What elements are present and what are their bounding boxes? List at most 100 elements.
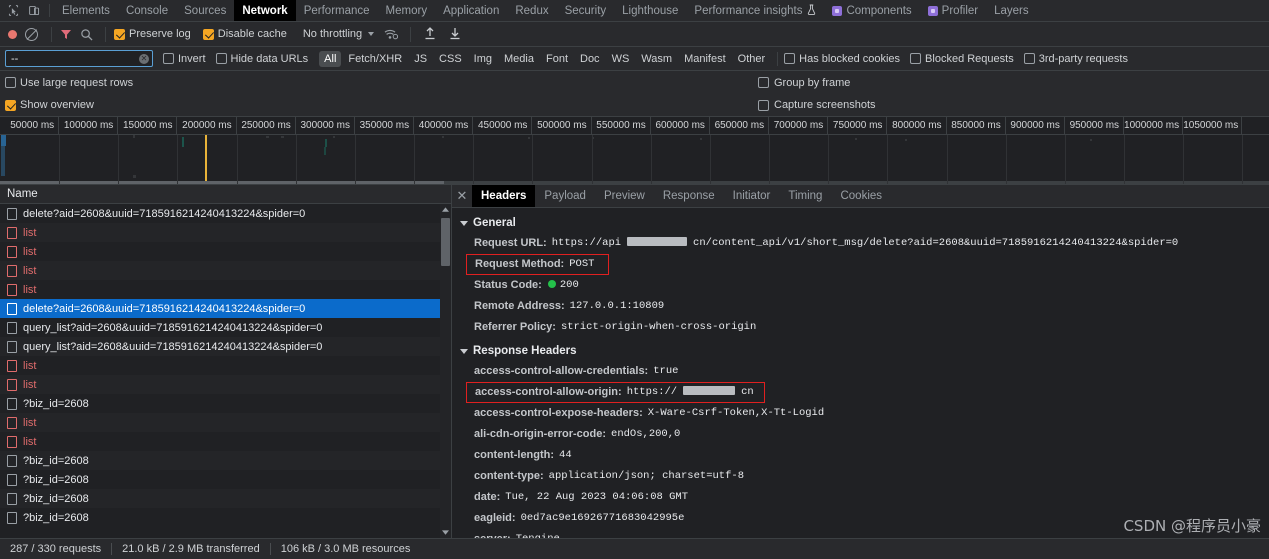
checkbox-box — [215, 53, 227, 64]
tab-payload[interactable]: Payload — [535, 185, 595, 207]
tab-console[interactable]: Console — [118, 0, 176, 21]
scroll-down-icon[interactable] — [440, 527, 451, 538]
third-party-requests-checkbox[interactable]: 3rd-party requests — [1023, 52, 1128, 65]
search-icon[interactable] — [80, 28, 93, 41]
response-headers-section-header[interactable]: Response Headers — [452, 342, 1269, 361]
filter-type-doc[interactable]: Doc — [575, 51, 605, 67]
request-blip — [133, 135, 135, 138]
filter-type-fetch-xhr[interactable]: Fetch/XHR — [343, 51, 407, 67]
column-header-name[interactable]: Name — [7, 188, 38, 200]
request-blip — [442, 136, 444, 138]
overview-scrollbar[interactable] — [0, 181, 1269, 184]
show-overview-checkbox[interactable]: Show overview — [5, 99, 94, 111]
request-row[interactable]: query_list?aid=2608&uuid=718591621424041… — [0, 318, 451, 337]
filter-type-font[interactable]: Font — [541, 51, 573, 67]
tab-headers[interactable]: Headers — [472, 185, 536, 207]
filter-type-wasm[interactable]: Wasm — [636, 51, 677, 67]
capture-screenshots-checkbox[interactable]: Capture screenshots — [758, 99, 876, 111]
filter-type-media[interactable]: Media — [499, 51, 539, 67]
checkbox-box — [5, 99, 16, 111]
third-party-requests-label: 3rd-party requests — [1038, 52, 1128, 65]
tab-network[interactable]: Network — [234, 0, 296, 21]
request-row[interactable]: list — [0, 413, 451, 432]
tab-security[interactable]: Security — [557, 0, 615, 21]
request-row[interactable]: delete?aid=2608&uuid=7185916214240413224… — [0, 204, 451, 223]
clear-icon[interactable] — [25, 27, 38, 41]
request-row[interactable]: list — [0, 432, 451, 451]
filter-type-css[interactable]: CSS — [434, 51, 467, 67]
network-overview[interactable]: 50000 ms 100000 ms 150000 ms 200000 ms 25000… — [0, 117, 1269, 185]
tab-performance-insights[interactable]: Performance insights — [686, 0, 824, 21]
invert-checkbox[interactable]: Invert — [163, 53, 206, 65]
scroll-up-icon[interactable] — [440, 204, 451, 215]
filter-type-all[interactable]: All — [319, 50, 342, 67]
blocked-requests-checkbox[interactable]: Blocked Requests — [910, 53, 1014, 65]
tab-application[interactable]: Application — [435, 0, 507, 21]
cursor-inspect-icon[interactable] — [4, 2, 22, 19]
request-list-body[interactable]: delete?aid=2608&uuid=7185916214240413224… — [0, 204, 451, 538]
request-row[interactable]: query_list?aid=2608&uuid=718591621424041… — [0, 337, 451, 356]
tab-memory[interactable]: Memory — [378, 0, 436, 21]
request-row[interactable]: list — [0, 375, 451, 394]
tab-label: Headers — [481, 190, 527, 202]
tab-sources[interactable]: Sources — [176, 0, 234, 21]
tab-redux[interactable]: Redux — [507, 0, 556, 21]
request-row[interactable]: list — [0, 242, 451, 261]
has-blocked-cookies-checkbox[interactable]: Has blocked cookies — [784, 53, 900, 65]
response-header-row: date: Tue, 22 Aug 2023 04:06:08 GMT — [452, 487, 1269, 508]
filter-input[interactable] — [5, 50, 153, 67]
close-icon[interactable]: ✕ — [452, 185, 472, 207]
clear-input-icon[interactable]: ✕ — [139, 54, 149, 64]
export-har-icon[interactable] — [449, 27, 462, 41]
disable-cache-checkbox[interactable]: Disable cache — [202, 28, 287, 40]
record-button[interactable] — [8, 29, 17, 39]
filter-type-manifest[interactable]: Manifest — [679, 51, 731, 67]
tab-elements[interactable]: Elements — [54, 0, 118, 21]
document-icon — [7, 492, 17, 505]
throttling-select[interactable]: No throttling — [303, 28, 362, 40]
tab-layers[interactable]: Layers — [986, 0, 1037, 21]
document-icon — [7, 207, 17, 220]
request-list-scrollbar[interactable] — [440, 204, 451, 538]
device-toolbar-icon[interactable] — [25, 2, 43, 19]
document-icon — [7, 226, 17, 239]
timeline-gridline — [769, 135, 771, 184]
chevron-down-icon[interactable] — [368, 32, 375, 36]
filter-funnel-icon[interactable] — [60, 28, 72, 40]
hide-data-urls-checkbox[interactable]: Hide data URLs — [215, 53, 308, 65]
scrollbar-thumb[interactable] — [441, 218, 450, 266]
request-row[interactable]: ?biz_id=2608 — [0, 489, 451, 508]
request-row[interactable]: delete?aid=2608&uuid=7185916214240413224… — [0, 299, 451, 318]
request-row[interactable]: ?biz_id=2608 — [0, 470, 451, 489]
request-row[interactable]: list — [0, 280, 451, 299]
tab-initiator[interactable]: Initiator — [724, 185, 780, 207]
tab-timing[interactable]: Timing — [779, 185, 831, 207]
tab-label: Console — [125, 4, 169, 17]
timeline-gridline — [1183, 135, 1185, 184]
tab-preview[interactable]: Preview — [595, 185, 654, 207]
general-section-header[interactable]: General — [452, 214, 1269, 233]
request-row[interactable]: list — [0, 223, 451, 242]
import-har-icon[interactable] — [424, 27, 437, 41]
overview-graph[interactable] — [0, 135, 1269, 184]
tab-profiler[interactable]: Profiler — [920, 0, 986, 21]
preserve-log-checkbox[interactable]: Preserve log — [114, 28, 191, 40]
request-row[interactable]: list — [0, 261, 451, 280]
network-conditions-icon[interactable] — [384, 28, 399, 40]
request-row[interactable]: ?biz_id=2608 — [0, 394, 451, 413]
use-large-rows-checkbox[interactable]: Use large request rows — [5, 77, 133, 89]
tab-performance[interactable]: Performance — [296, 0, 378, 21]
tab-cookies[interactable]: Cookies — [831, 185, 891, 207]
filter-type-other[interactable]: Other — [733, 51, 771, 67]
tab-components[interactable]: Components — [824, 0, 919, 21]
tab-lighthouse[interactable]: Lighthouse — [614, 0, 686, 21]
request-row[interactable]: list — [0, 356, 451, 375]
request-blip — [1, 146, 5, 176]
filter-type-img[interactable]: Img — [469, 51, 497, 67]
request-row[interactable]: ?biz_id=2608 — [0, 508, 451, 527]
filter-type-ws[interactable]: WS — [607, 51, 635, 67]
group-by-frame-checkbox[interactable]: Group by frame — [758, 77, 850, 89]
request-row[interactable]: ?biz_id=2608 — [0, 451, 451, 470]
filter-type-js[interactable]: JS — [409, 51, 432, 67]
tab-response[interactable]: Response — [654, 185, 724, 207]
